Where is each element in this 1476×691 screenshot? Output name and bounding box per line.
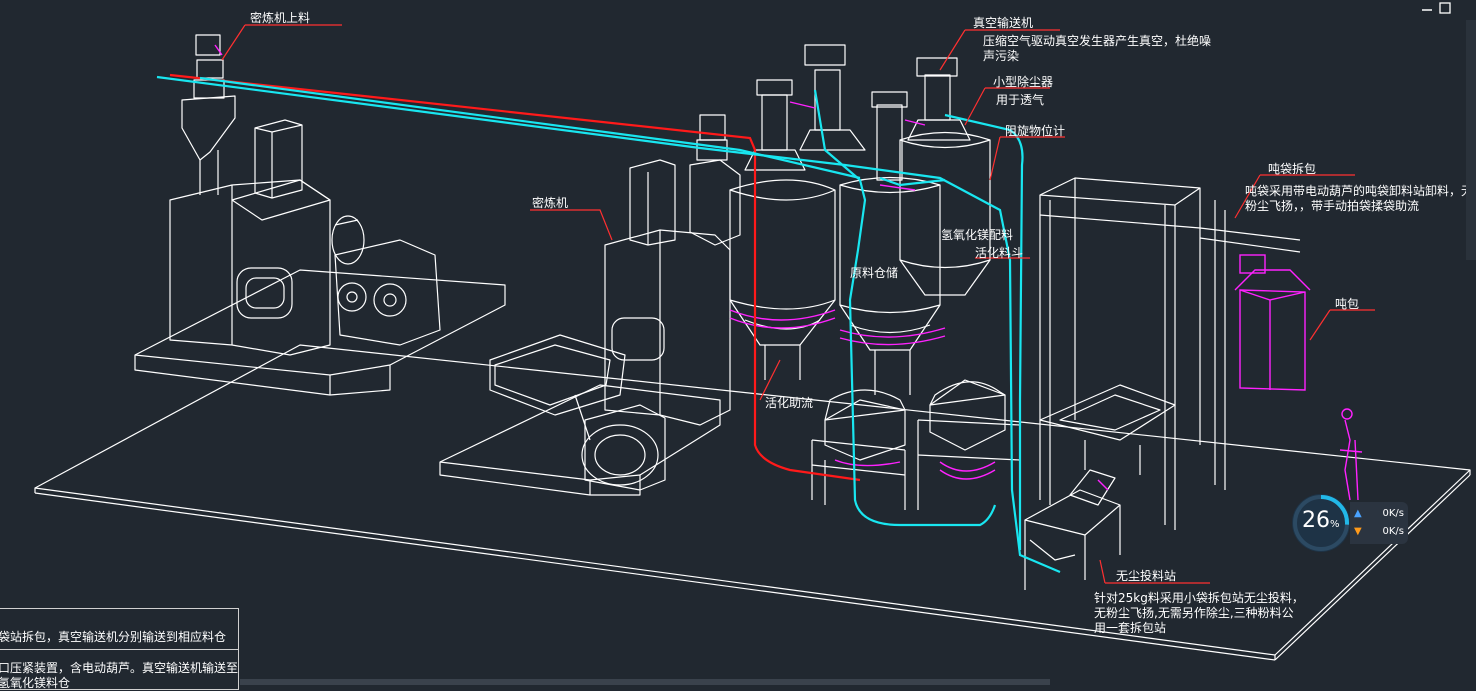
label-small-dust-collector: 小型除尘器 [993,75,1054,89]
label-mixer: 密炼机 [532,196,569,210]
download-speed: 0K/s [1382,526,1405,537]
label-dustfree-desc-1: 针对25kg料采用小袋拆包站无尘投料， [1094,591,1304,605]
info-table: 袋站拆包，真空输送机分别输送到相应料仓 口压紧装置，含电动葫芦。真空输送机输送至… [0,608,239,690]
activation-hoppers [811,379,1021,510]
magenta-components [214,44,1363,501]
label-vacuum-desc-2: 声污染 [983,49,1020,63]
usage-percent: 26% [1302,508,1340,533]
vertical-scrollbar[interactable] [1466,20,1476,260]
cpu-usage-gauge: 26% [1292,494,1350,552]
arrow-down-icon: ▼ [1354,526,1362,537]
upload-speed: 0K/s [1382,508,1405,519]
usage-percent-unit: % [1330,519,1340,530]
label-mg-hydroxide-mix: 氢氧化镁配料 [941,228,1014,242]
info-line-1: 袋站拆包，真空输送机分别输送到相应料仓 [0,630,227,644]
label-activated-mix: 活化料斗 [975,246,1024,260]
label-mixer-feed: 密炼机上料 [250,11,311,25]
network-speed-panel: ▲ 0K/s ▼ 0K/s [1350,502,1408,544]
network-speed-widget[interactable]: ▲ 0K/s ▼ 0K/s 26% [1292,494,1410,552]
label-ton-bag-desc-1: 吨袋采用带电动葫芦的吨袋卸料站卸料，无 [1245,184,1474,198]
label-ton-bag-unpack: 吨袋拆包 [1268,162,1317,176]
label-flow-aid: 活化助流 [765,396,814,410]
label-for-venting: 用于透气 [996,93,1045,107]
usage-percent-value: 26 [1302,508,1330,533]
label-rotary-level-meter: 阻旋物位计 [1005,124,1066,138]
info-table-divider [0,649,238,650]
raw-silo-1 [729,79,836,380]
label-vacuum-desc-1: 压缩空气驱动真空发生器产生真空，杜绝噪 [983,34,1212,48]
label-ton-bag-desc-2: 粉尘飞扬，，带手动拍袋揉袋助流 [1245,199,1420,213]
label-dustfree-station: 无尘投料站 [1116,569,1177,583]
label-ton-bag: 吨包 [1335,297,1360,311]
label-vacuum-conveyor: 真空输送机 [973,16,1034,30]
ton-bag-frame [1024,177,1301,590]
close-icon[interactable] [1439,2,1451,14]
info-line-3: 氢氧化镁料仓 [0,676,71,690]
horizontal-scrollbar[interactable] [240,679,1050,685]
cad-drawing-canvas[interactable] [0,0,1476,685]
label-dustfree-desc-2: 无粉尘飞扬,无需另作除尘,三种粉料公 [1094,606,1294,620]
label-raw-storage: 原料仓储 [850,266,899,280]
cyan-vacuum-pipes [156,75,1061,574]
window-controls [1418,0,1458,16]
mixer-1 [134,34,506,396]
label-dustfree-desc-3: 用一套拆包站 [1094,621,1167,635]
mixer-2 [439,114,741,496]
arrow-up-icon: ▲ [1354,508,1362,519]
